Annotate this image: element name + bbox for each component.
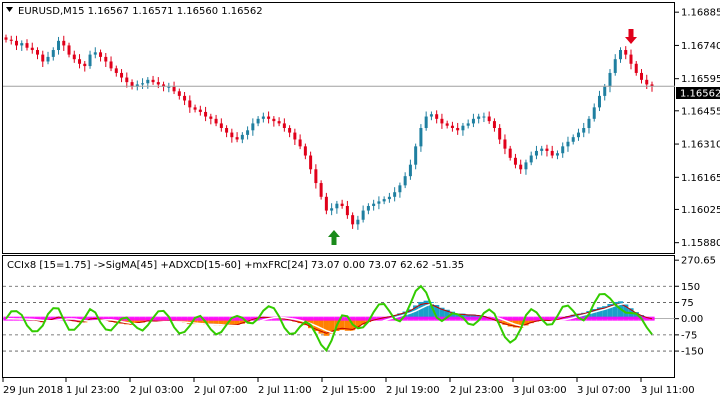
indicator-tick-label: 150 [681, 282, 700, 293]
zero-band-bar [329, 316, 335, 321]
zero-band-bar [313, 316, 319, 321]
price-tick-label: 1.16025 [681, 205, 720, 216]
time-tick-label: 2 Jul 07:00 [194, 385, 248, 396]
time-tick-label: 2 Jul 23:00 [450, 385, 504, 396]
indicator-tick-label: -75 [681, 330, 697, 341]
zero-band-bar [187, 316, 193, 321]
time-tick-label: 2 Jul 15:00 [322, 385, 376, 396]
zero-band-bar [208, 316, 214, 321]
zero-band-bar [596, 316, 603, 321]
zero-band-bar [218, 316, 224, 321]
zero-band-bar [134, 316, 140, 321]
zero-band-bar [507, 316, 513, 321]
time-tick-label: 3 Jul 07:00 [577, 385, 631, 396]
zero-band-bar [623, 316, 629, 321]
zero-band-bar [449, 316, 456, 321]
zero-band-bar [602, 316, 608, 321]
price-tick-label: 1.16740 [681, 41, 720, 52]
time-tick-label: 1 Jul 23:00 [66, 385, 120, 396]
zero-band-bar [612, 316, 618, 321]
indicator-title: CCIx8 [15=1.75] ->SigMA[45] +ADXCD[15-60… [7, 260, 464, 271]
current-price-label: 1.16562 [680, 89, 720, 100]
zero-band-bar [176, 316, 182, 321]
zero-band-bar [145, 316, 151, 321]
time-tick-label: 3 Jul 03:00 [513, 385, 567, 396]
zero-band-bar [302, 316, 308, 321]
price-tick-label: 1.16310 [681, 140, 720, 151]
time-tick-label: 2 Jul 03:00 [130, 385, 184, 396]
zero-band-bar [591, 316, 597, 321]
time-tick-label: 2 Jul 19:00 [386, 385, 440, 396]
price-tick-label: 1.16455 [681, 106, 720, 117]
zero-band-bar [171, 316, 177, 321]
zero-band-bar [155, 316, 161, 321]
zero-band-bar [533, 316, 540, 321]
zero-band-bar [360, 316, 366, 321]
candle [319, 180, 323, 200]
zero-band-bar [528, 316, 534, 321]
indicator-tick-label: -150 [681, 347, 704, 358]
zero-band-bar [617, 316, 624, 321]
zero-band-bar [323, 316, 329, 321]
zero-band-bar [407, 316, 414, 321]
zero-band-bar [607, 316, 613, 321]
zero-band-bar [318, 316, 324, 321]
zero-band-bar [413, 316, 419, 321]
zero-band-bar [213, 316, 219, 321]
zero-band-bar [308, 316, 314, 321]
zero-band-bar [470, 316, 477, 321]
zero-band-bar [181, 316, 188, 321]
indicator-tick-label: 75 [681, 298, 694, 309]
zero-band-bar [418, 316, 424, 321]
zero-band-bar [223, 316, 230, 321]
price-tick-label: 1.16595 [681, 74, 720, 85]
indicator-tick-label: 0.00 [681, 314, 703, 325]
zero-band-bar [355, 316, 361, 321]
zero-band-bar [139, 316, 146, 321]
time-tick-label: 2 Jul 11:00 [258, 385, 312, 396]
zero-band-bar [428, 316, 435, 321]
zero-band-bar [423, 316, 429, 321]
price-tick-label: 1.15880 [681, 238, 720, 249]
time-tick-label: 29 Jun 2018 [3, 385, 63, 396]
zero-band-bar [512, 316, 519, 321]
zero-band-bar [633, 316, 639, 321]
price-tick-label: 1.16885 [681, 8, 720, 19]
zero-band-bar [160, 316, 167, 321]
trading-chart[interactable]: 1.16562 1.16885 1.16740 1.16595 1.16455 1.16… [0, 0, 720, 400]
time-tick-label: 3 Jul 11:00 [641, 385, 695, 396]
zero-band-bar [455, 316, 461, 321]
zero-band-bar [628, 316, 634, 321]
indicator-tick-label: 270.65 [681, 256, 716, 267]
zero-band-bar [518, 316, 524, 321]
main-chart-title: EURUSD,M15 1.16567 1.16571 1.16560 1.165… [18, 6, 263, 17]
price-tick-label: 1.16165 [681, 173, 720, 184]
